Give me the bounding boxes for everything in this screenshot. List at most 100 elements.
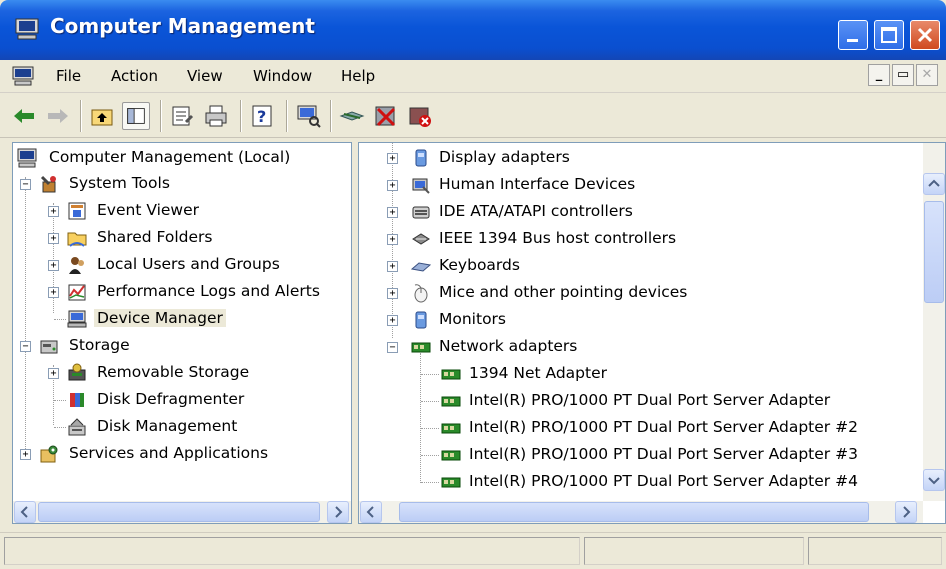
expand-icon[interactable]: + [20, 449, 31, 460]
shared-folder-icon [67, 232, 87, 247]
close-button[interactable] [910, 20, 940, 50]
device-category-keyboards[interactable]: + Keyboards [359, 253, 919, 279]
tree-line [54, 319, 66, 320]
right-horizontal-scrollbar[interactable] [359, 501, 923, 523]
tree-item-label: Intel(R) PRO/1000 PT Dual Port Server Ad… [469, 391, 831, 409]
help-icon[interactable]: ? [248, 102, 276, 130]
device-category-monitors[interactable]: + Monitors [359, 307, 919, 333]
right-vertical-scrollbar[interactable] [923, 143, 945, 501]
tree-item-label: Disk Management [97, 417, 238, 435]
scan-hardware-icon[interactable] [294, 102, 322, 130]
scroll-thumb[interactable] [38, 502, 320, 522]
back-arrow-icon[interactable] [10, 102, 38, 130]
tree-item-label: Monitors [439, 310, 506, 328]
device-intel-pro-1000-pt-adapter-4[interactable]: Intel(R) PRO/1000 PT Dual Port Server Ad… [359, 469, 919, 495]
tree-item-label: Shared Folders [97, 228, 213, 246]
scroll-right-button[interactable] [895, 501, 917, 523]
disable-device-icon[interactable] [372, 102, 400, 130]
device-category-mice-and-other-pointing-devices[interactable]: + Mice and other pointing devices [359, 280, 919, 306]
scroll-left-button[interactable] [360, 501, 382, 523]
forward-arrow-icon[interactable] [44, 102, 72, 130]
child-minimize-button[interactable]: _ [868, 64, 890, 86]
status-cell-main [4, 537, 580, 565]
svg-text:?: ? [257, 107, 266, 126]
child-restore-button[interactable]: ▭ [892, 64, 914, 86]
maximize-button[interactable] [874, 20, 904, 50]
tree-item-disk-management[interactable]: Disk Management [13, 414, 351, 440]
menu-help[interactable]: Help [341, 67, 375, 85]
network-card-icon [441, 369, 461, 380]
close-icon [917, 27, 933, 43]
status-cell-tertiary [808, 537, 942, 565]
scroll-up-button[interactable] [923, 173, 945, 195]
expand-icon[interactable]: + [387, 315, 398, 326]
menu-file[interactable]: File [56, 67, 81, 85]
device-category-network-adapters[interactable]: − Network adapters [359, 334, 919, 360]
expand-icon[interactable]: + [48, 233, 59, 244]
device-intel-pro-1000-pt-adapter-3[interactable]: Intel(R) PRO/1000 PT Dual Port Server Ad… [359, 442, 919, 468]
device-1394-net-adapter[interactable]: 1394 Net Adapter [359, 361, 919, 387]
minimize-button[interactable] [838, 20, 868, 50]
expand-icon[interactable]: + [48, 368, 59, 379]
print-icon[interactable] [202, 102, 230, 130]
tree-item-services-and-applications[interactable]: + Services and Applications [13, 441, 351, 467]
tree-item-device-manager[interactable]: Device Manager [13, 306, 351, 332]
show-hide-tree-icon[interactable] [122, 102, 150, 130]
tree-item-local-users-and-groups[interactable]: + Local Users and Groups [13, 252, 351, 278]
device-category-ide-ata-atapi-controllers[interactable]: + IDE ATA/ATAPI controllers [359, 199, 919, 225]
scroll-right-button[interactable] [327, 501, 349, 523]
title-bar[interactable]: Computer Management [0, 0, 946, 60]
tree-item-label: Storage [69, 336, 130, 354]
device-intel-pro-1000-pt-adapter[interactable]: Intel(R) PRO/1000 PT Dual Port Server Ad… [359, 388, 919, 414]
device-category-human-interface-devices[interactable]: + Human Interface Devices [359, 172, 919, 198]
scroll-down-button[interactable] [923, 469, 945, 491]
tree-item-storage[interactable]: − Storage [13, 333, 351, 359]
console-tree-pane[interactable]: Computer Management (Local) − System Too… [12, 142, 352, 524]
tree-item-shared-folders[interactable]: + Shared Folders [13, 225, 351, 251]
tree-item-label: Intel(R) PRO/1000 PT Dual Port Server Ad… [469, 445, 858, 463]
expand-icon[interactable]: + [387, 153, 398, 164]
tree-item-label: Computer Management (Local) [49, 148, 291, 166]
tree-item-removable-storage[interactable]: + Removable Storage [13, 360, 351, 386]
expand-icon[interactable]: + [387, 180, 398, 191]
expand-icon[interactable]: + [48, 260, 59, 271]
collapse-icon[interactable]: − [20, 341, 31, 352]
child-close-button[interactable]: ✕ [916, 64, 938, 86]
collapse-icon[interactable]: − [20, 179, 31, 190]
scroll-thumb[interactable] [924, 201, 944, 303]
expand-icon[interactable]: + [387, 234, 398, 245]
removable-storage-icon [68, 363, 86, 381]
tree-item-label: Intel(R) PRO/1000 PT Dual Port Server Ad… [469, 472, 858, 490]
left-horizontal-scrollbar[interactable] [13, 501, 351, 523]
tree-item-computer-management-local[interactable]: Computer Management (Local) [13, 145, 351, 171]
network-card-icon [441, 396, 461, 407]
expand-icon[interactable]: + [48, 206, 59, 217]
expand-icon[interactable]: + [387, 261, 398, 272]
expand-icon[interactable]: + [387, 288, 398, 299]
tree-item-performance-logs-and-alerts[interactable]: + Performance Logs and Alerts [13, 279, 351, 305]
properties-icon[interactable] [168, 102, 196, 130]
tree-item-label: 1394 Net Adapter [469, 364, 608, 382]
tools-icon [40, 175, 56, 193]
update-driver-icon[interactable] [338, 102, 366, 130]
menu-window[interactable]: Window [253, 67, 312, 85]
scroll-thumb[interactable] [399, 502, 869, 522]
device-intel-pro-1000-pt-adapter-2[interactable]: Intel(R) PRO/1000 PT Dual Port Server Ad… [359, 415, 919, 441]
menu-action[interactable]: Action [111, 67, 158, 85]
tree-item-disk-defragmenter[interactable]: Disk Defragmenter [13, 387, 351, 413]
device-category-ieee-1394-bus-host-controllers[interactable]: + IEEE 1394 Bus host controllers [359, 226, 919, 252]
scroll-left-button[interactable] [14, 501, 36, 523]
expand-icon[interactable]: + [48, 287, 59, 298]
tree-item-event-viewer[interactable]: + Event Viewer [13, 198, 351, 224]
tree-line [421, 428, 439, 429]
uninstall-device-icon[interactable] [406, 102, 434, 130]
tree-line [421, 374, 439, 375]
menu-view[interactable]: View [187, 67, 223, 85]
expand-icon[interactable]: + [387, 207, 398, 218]
up-folder-icon[interactable] [88, 102, 116, 130]
device-category-display-adapters[interactable]: + Display adapters [359, 145, 919, 171]
tree-item-system-tools[interactable]: − System Tools [13, 171, 351, 197]
system-menu-icon[interactable] [12, 66, 34, 86]
device-tree-pane[interactable]: + Display adapters + Human Interface Dev… [358, 142, 946, 524]
collapse-icon[interactable]: − [387, 342, 398, 353]
